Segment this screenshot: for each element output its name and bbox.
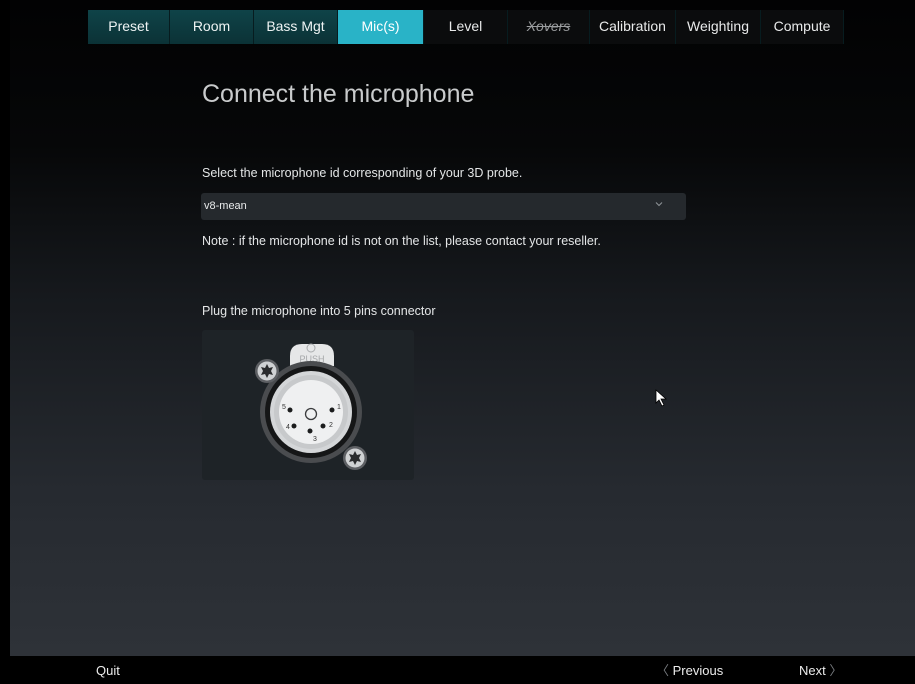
tab-preset[interactable]: Preset — [88, 10, 170, 44]
next-button[interactable]: Next 〉 — [799, 656, 842, 684]
pin-label-3: 3 — [313, 436, 317, 443]
footer-bar: Quit 〈 Previous Next 〉 — [0, 656, 915, 684]
tab-compute[interactable]: Compute — [761, 10, 844, 44]
pin-label-4: 4 — [286, 424, 290, 431]
chevron-left-icon: 〈 — [656, 663, 670, 678]
previous-label: Previous — [672, 663, 724, 678]
page-title: Connect the microphone — [202, 80, 475, 108]
pin-label-2: 2 — [329, 422, 333, 429]
chevron-down-icon — [655, 202, 663, 207]
tab-weighting[interactable]: Weighting — [676, 10, 761, 44]
tab-calibration[interactable]: Calibration — [590, 10, 676, 44]
tab-level[interactable]: Level — [424, 10, 508, 44]
microphone-id-select[interactable]: v8-mean — [201, 193, 686, 220]
previous-button[interactable]: 〈 Previous — [656, 656, 723, 684]
tab-mics[interactable]: Mic(s) — [338, 10, 424, 44]
plug-instruction: Plug the microphone into 5 pins connecto… — [202, 304, 436, 318]
pin-label-5: 5 — [282, 404, 286, 411]
tab-bass-mgt[interactable]: Bass Mgt — [254, 10, 338, 44]
tab-xovers: Xovers — [508, 10, 590, 44]
chevron-right-icon: 〉 — [829, 663, 843, 678]
microphone-select-instruction: Select the microphone id corresponding o… — [202, 166, 523, 180]
connector-illustration-panel: PUSH 1 2 3 4 5 — [202, 330, 414, 480]
next-label: Next — [799, 663, 826, 678]
microphone-id-value: v8-mean — [204, 200, 247, 212]
xlr-5-pin-connector-icon: PUSH 1 2 3 4 5 — [255, 343, 367, 470]
pin-label-1: 1 — [337, 404, 341, 411]
app-window: Preset Room Bass Mgt Mic(s) Level Xovers… — [0, 0, 915, 684]
quit-button[interactable]: Quit — [96, 656, 120, 684]
wizard-tab-bar: Preset Room Bass Mgt Mic(s) Level Xovers… — [88, 10, 844, 44]
mouse-pointer-icon — [655, 389, 667, 407]
tab-room[interactable]: Room — [170, 10, 254, 44]
microphone-note: Note : if the microphone id is not on th… — [202, 234, 601, 248]
